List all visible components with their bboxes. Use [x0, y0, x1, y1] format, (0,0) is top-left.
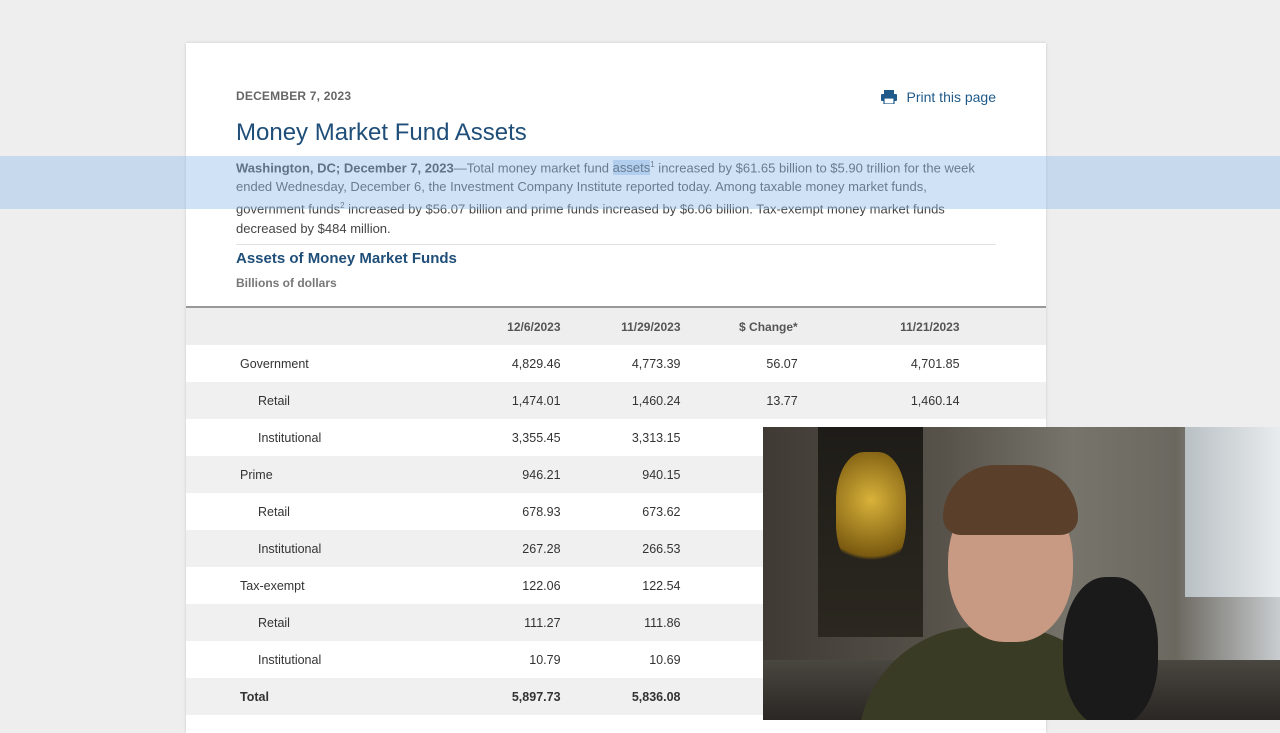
cell-value: 4,701.85 [910, 356, 960, 371]
header-12-6-2023: 12/6/2023 [411, 307, 561, 345]
cell-value: 5,836.08 [560, 678, 681, 715]
release-date: DECEMBER 7, 2023 [236, 89, 352, 103]
table-header-row: 12/6/2023 11/29/2023 $ Change* 11/21/202… [186, 307, 1046, 345]
dateline: Washington, DC; December 7, 2023 [236, 160, 454, 176]
section-subtitle: Billions of dollars [236, 276, 337, 290]
cell-value: 111.27 [411, 604, 561, 641]
assets-word: assets [612, 160, 651, 176]
row-label: Retail [258, 504, 290, 519]
cell-value: 1,460.24 [560, 382, 681, 419]
webcam-overlay [763, 427, 1280, 720]
row-label: Institutional [258, 652, 322, 667]
row-label: Prime [186, 456, 412, 493]
header-spacer [959, 307, 1046, 345]
row-label: Tax-exempt [240, 578, 305, 593]
cell-value: 946.21 [411, 456, 561, 493]
cell-value: 10.79 [529, 652, 561, 667]
cell-value: 3,355.45 [511, 430, 561, 445]
microphone-icon [1063, 577, 1158, 720]
cell-value: 13.77 [680, 382, 798, 419]
cell-value: 1,460.14 [797, 382, 960, 419]
lead-text-1: —Total money market fund [453, 160, 613, 176]
table-row: Retail 1,474.01 1,460.24 13.77 1,460.14 [186, 382, 1046, 419]
print-label: Print this page [906, 89, 997, 105]
cell-value: 940.15 [560, 456, 681, 493]
cell-value: 111.86 [560, 604, 681, 641]
row-label: Institutional [186, 530, 412, 567]
section-divider [236, 244, 996, 245]
cell-value: 5,897.73 [411, 678, 561, 715]
printer-icon [880, 90, 897, 104]
print-page-link[interactable]: Print this page [880, 89, 997, 105]
cell-value: 3,313.15 [631, 430, 681, 445]
lead-paragraph: Washington, DC; December 7, 2023—Total m… [236, 155, 996, 238]
wall-poster [818, 427, 923, 637]
row-label: Institutional [258, 430, 322, 445]
cell-value: 673.62 [642, 504, 681, 519]
cell-value: 4,773.39 [631, 356, 681, 371]
cell-value: 56.07 [766, 356, 798, 371]
lead-text-3: increased by $56.07 billion and prime fu… [344, 201, 677, 217]
cell-value: 10.69 [649, 652, 681, 667]
cell-value: 678.93 [522, 504, 561, 519]
cell-value: 4,829.46 [511, 356, 561, 371]
header-11-29-2023: 11/29/2023 [560, 307, 681, 345]
person-hair [943, 465, 1078, 535]
table-row: Government 4,829.46 4,773.39 56.07 4,701… [186, 345, 1046, 382]
header-change: $ Change* [680, 307, 798, 345]
cell-value: 122.06 [522, 578, 561, 593]
header-11-21-2023: 11/21/2023 [797, 307, 960, 345]
row-label: Total [186, 678, 412, 715]
section-title: Assets of Money Market Funds [236, 250, 457, 267]
cell-value: 267.28 [411, 530, 561, 567]
row-label: Government [240, 356, 309, 371]
page-title: Money Market Fund Assets [236, 119, 527, 146]
cell-value: 122.54 [642, 578, 681, 593]
cell-value: 266.53 [560, 530, 681, 567]
cell-value: 1,474.01 [411, 382, 561, 419]
header-label [186, 307, 412, 345]
window-blinds [1185, 427, 1280, 597]
row-label: Retail [186, 382, 412, 419]
row-label: Retail [186, 604, 412, 641]
